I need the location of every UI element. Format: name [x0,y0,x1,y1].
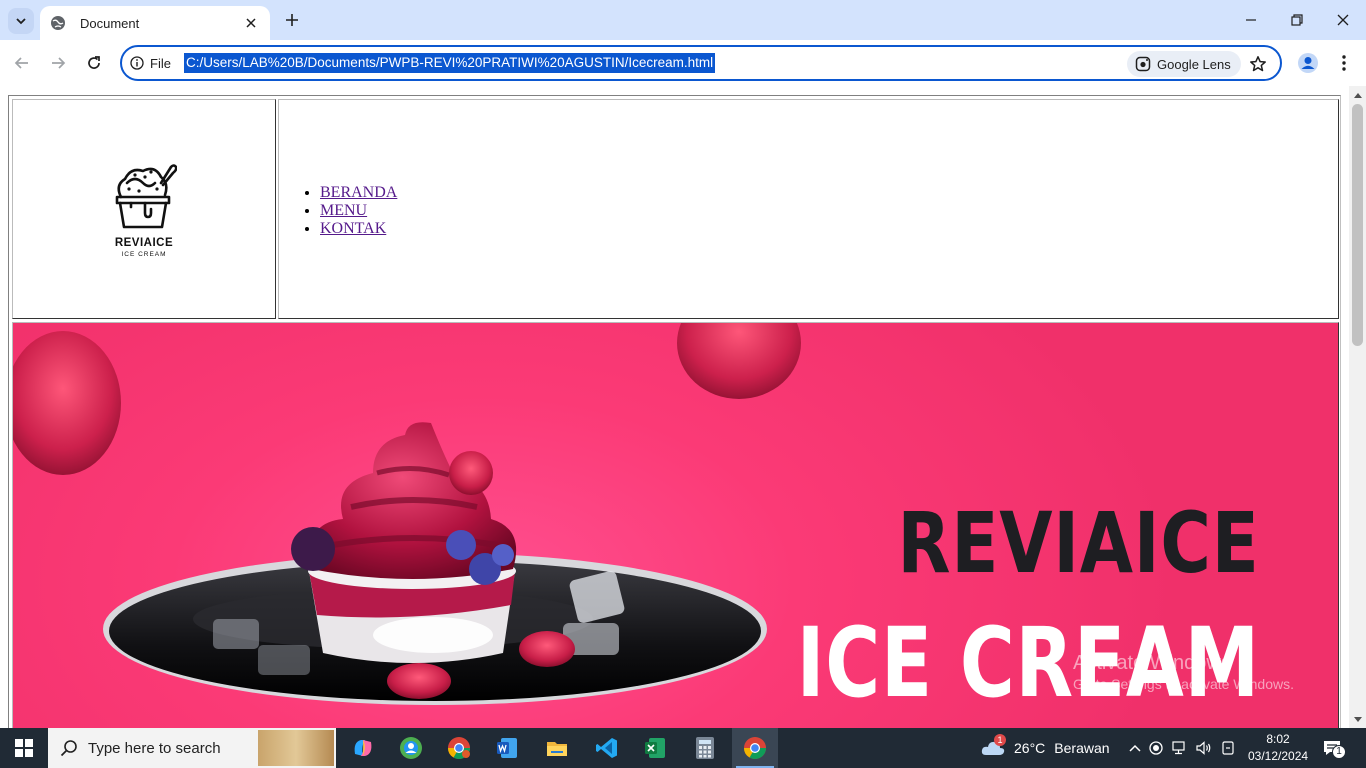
browser-tabstrip: Document [0,0,1366,40]
taskbar-excel[interactable] [632,728,678,768]
layout-table: REVIAICE ICE CREAM BERANDA MENU KONTAK [8,95,1341,728]
windows-taskbar: Type here to search 1 26°C Berawan 8:02 … [0,728,1366,768]
chrome-icon [448,737,470,759]
weather-desc: Berawan [1054,740,1110,756]
logo-brand-subtitle: ICE CREAM [121,250,167,258]
clock-date: 03/12/2024 [1248,749,1309,763]
minimize-button[interactable] [1228,0,1274,40]
tab-title: Document [80,15,140,31]
search-icon [60,740,77,757]
page-viewport: REVIAICE ICE CREAM BERANDA MENU KONTAK [0,86,1349,728]
folder-icon [547,742,567,756]
weather-temp: 26°C [1014,740,1046,756]
tab-document[interactable]: Document [40,6,270,40]
logo-brand-name: REVIAICE [114,236,174,249]
taskbar-vscode[interactable] [584,728,630,768]
nav-cell: BERANDA MENU KONTAK [278,99,1339,319]
close-icon[interactable] [242,14,260,32]
nav-item-beranda: BERANDA [320,184,397,202]
main-nav: BERANDA MENU KONTAK [320,184,397,238]
google-lens-button[interactable]: Google Lens [1127,51,1241,77]
browser-toolbar: File C:/Users/LAB%20B/Documents/PWPB-REV… [0,40,1366,86]
chevron-up-icon[interactable] [1126,744,1144,752]
vscode-icon [596,738,617,758]
google-lens-label: Google Lens [1157,56,1231,72]
address-bar[interactable]: File C:/Users/LAB%20B/Documents/PWPB-REV… [120,45,1282,81]
info-icon [130,56,144,70]
taskbar-people[interactable] [388,728,434,768]
word-icon [497,738,517,758]
arrow-right-icon [52,57,66,69]
restore-icon [1291,14,1303,26]
copilot-icon [354,740,372,756]
minimize-icon [1246,19,1256,21]
activate-windows-watermark: Activate Windows Go to Settings to activ… [1073,652,1294,694]
clock-time: 8:02 [1266,732,1290,746]
logo-cell: REVIAICE ICE CREAM [12,99,276,319]
search-highlight-image [258,730,334,766]
new-tab-button[interactable] [280,8,304,32]
banner-title-line1: REVIAICE [897,494,1260,592]
taskbar-search-box[interactable]: Type here to search [48,728,336,768]
lens-icon [1135,56,1151,72]
taskbar-chrome[interactable] [732,728,778,768]
scrollbar-thumb[interactable] [1352,104,1363,346]
taskbar-calculator[interactable] [682,728,728,768]
back-button[interactable] [8,49,36,77]
network-icon[interactable] [1168,741,1192,755]
windows-logo-icon [15,739,33,757]
ice-cream-cup-logo-icon [115,163,177,228]
chrome-icon [744,737,766,759]
watermark-line2: Go to Settings to activate Windows. [1073,676,1294,692]
bookmark-star-icon[interactable] [1246,52,1270,76]
site-info-button[interactable]: File [130,53,171,73]
nav-item-menu: MENU [320,202,397,220]
close-icon [1337,14,1349,26]
arrow-left-icon [14,57,28,69]
taskbar-word[interactable] [484,728,530,768]
profile-avatar-icon[interactable] [1294,49,1322,77]
restore-button[interactable] [1274,0,1320,40]
tab-search-button[interactable] [8,8,34,34]
url-text[interactable]: C:/Users/LAB%20B/Documents/PWPB-REVI%20P… [184,53,716,73]
people-icon [400,737,422,759]
forward-button[interactable] [44,49,72,77]
taskbar-file-explorer[interactable] [534,728,580,768]
reload-icon [88,56,100,69]
taskbar-search-placeholder: Type here to search [88,739,221,757]
nav-item-kontak: KONTAK [320,220,397,238]
chevron-down-icon [16,18,26,25]
scroll-up-arrow-icon[interactable] [1349,86,1366,103]
window-close-button[interactable] [1320,0,1366,40]
vertical-scrollbar[interactable] [1349,86,1366,728]
excel-icon [645,738,665,758]
notification-icon: 1 [1322,739,1346,759]
scroll-down-arrow-icon[interactable] [1349,711,1366,728]
nav-link-kontak[interactable]: KONTAK [320,220,386,237]
taskbar-chrome-profile[interactable] [436,728,482,768]
plus-icon [286,14,298,26]
taskbar-weather[interactable]: 1 26°C Berawan [980,728,1110,768]
site-info-label: File [150,55,171,71]
cloud-icon: 1 [980,734,1006,758]
menu-dots-icon[interactable] [1330,49,1358,77]
taskbar-clock[interactable]: 8:02 03/12/2024 [1248,731,1308,765]
reload-button[interactable] [80,49,108,77]
weather-badge: 1 [994,734,1006,746]
nav-link-beranda[interactable]: BERANDA [320,184,397,201]
nav-link-menu[interactable]: MENU [320,202,367,219]
system-tray [1126,728,1240,768]
globe-icon [50,15,66,31]
taskbar-copilot[interactable] [340,728,386,768]
volume-icon[interactable] [1192,741,1216,755]
record-icon[interactable] [1144,741,1168,755]
tablet-mode-icon[interactable] [1216,741,1240,755]
calculator-icon [696,737,714,759]
notification-count: 1 [1332,745,1346,759]
notification-center-button[interactable]: 1 [1322,728,1346,768]
watermark-line1: Activate Windows [1073,652,1231,674]
start-button[interactable] [0,728,48,768]
